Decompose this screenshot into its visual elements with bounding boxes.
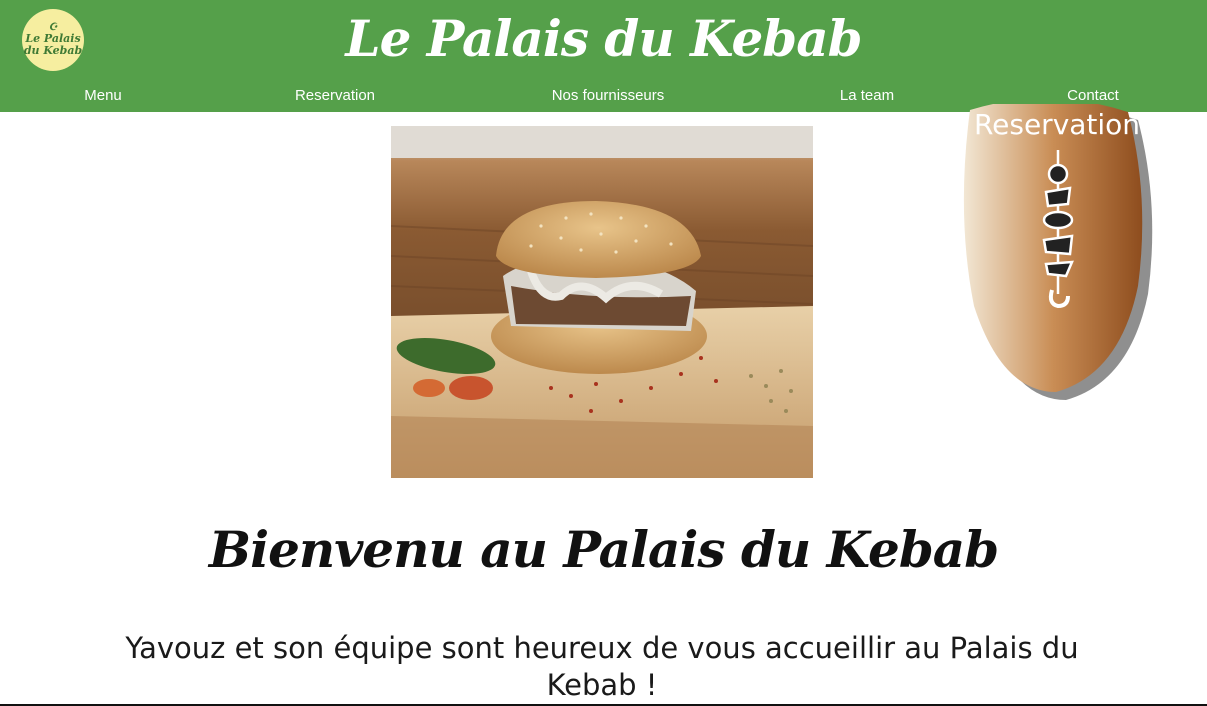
site-header: ☪ Le Palais du Kebab Le Palais du Kebab … xyxy=(0,0,1207,112)
intro-text: Yavouz et son équipe sont heureux de vou… xyxy=(125,631,1079,702)
floating-reservation-label: Reservation xyxy=(973,108,1141,141)
nav-item-contact[interactable]: Contact xyxy=(1067,86,1119,106)
nav-item-nos-fournisseurs[interactable]: Nos fournisseurs xyxy=(552,86,665,106)
welcome-heading: Bienvenu au Palais du Kebab xyxy=(208,520,999,579)
hero-image xyxy=(391,126,813,478)
site-title: Le Palais du Kebab xyxy=(345,9,862,68)
nav-item-reservation[interactable]: Reservation xyxy=(295,86,375,106)
nav-item-menu[interactable]: Menu xyxy=(84,86,122,106)
floating-reservation-button[interactable] xyxy=(962,98,1158,404)
nav-item-la-team[interactable]: La team xyxy=(840,86,894,106)
